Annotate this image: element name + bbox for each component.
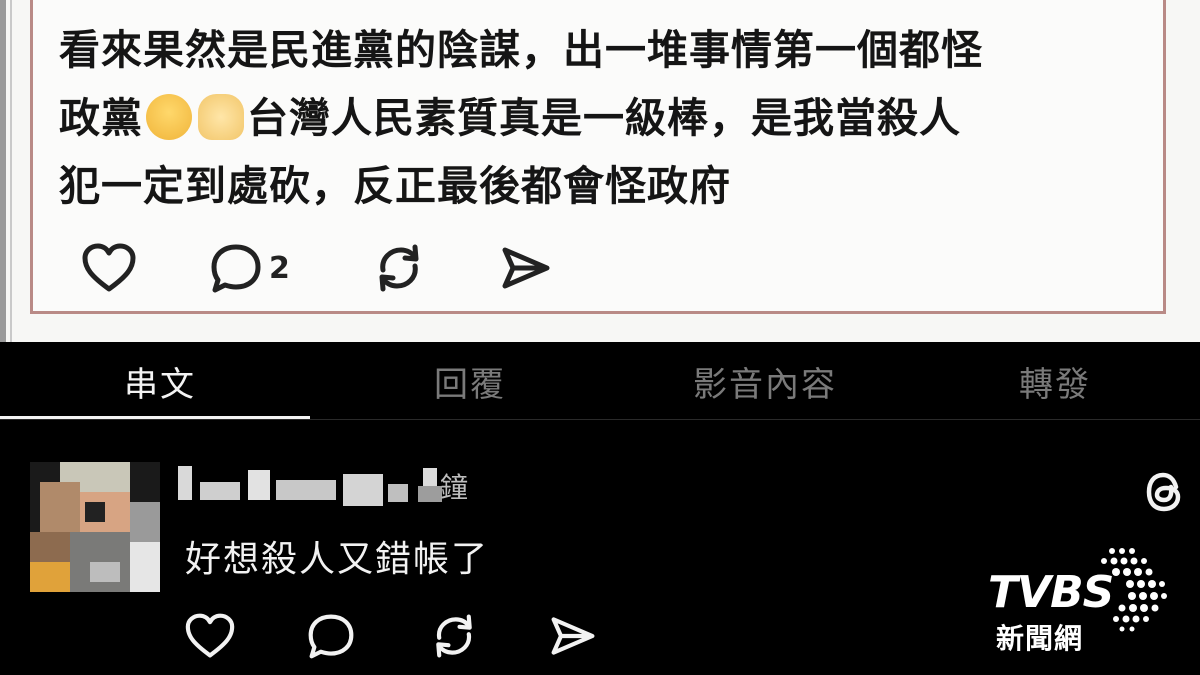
post-body: 看來果然是民進黨的陰謀，出一堆事情第一個都怪 政黨 台灣人民素質真是一級棒，是我當… xyxy=(59,16,1159,220)
post-line: 政黨 台灣人民素質真是一級棒，是我當殺人 xyxy=(59,94,961,142)
share-button[interactable] xyxy=(548,612,598,660)
like-button[interactable] xyxy=(81,242,137,294)
logo-wordmark: TVBS xyxy=(988,567,1114,618)
crying-face-icon xyxy=(146,94,192,140)
repost-icon xyxy=(436,614,472,658)
scan-edge-line xyxy=(10,0,12,342)
tab-media[interactable]: 影音內容 xyxy=(640,342,890,420)
repost-button[interactable] xyxy=(428,612,480,660)
heart-icon xyxy=(185,613,235,658)
post-action-bar: 2 xyxy=(81,242,581,302)
send-icon xyxy=(502,247,550,289)
profile-tabs: 串文 回覆 影音內容 轉發 xyxy=(0,342,1200,420)
comment-button[interactable] xyxy=(306,612,356,660)
comment-count: 2 xyxy=(269,250,290,286)
tvbs-logo: TVBS 新聞網 xyxy=(988,545,1173,655)
logo-subtitle: 新聞網 xyxy=(996,622,1084,655)
scan-edge xyxy=(0,0,6,342)
post-line: 看來果然是民進黨的陰謀，出一堆事情第一個都怪 xyxy=(59,26,983,74)
like-button[interactable] xyxy=(184,612,236,660)
comment-icon xyxy=(211,244,261,293)
share-button[interactable] xyxy=(499,242,553,294)
send-icon xyxy=(551,617,595,655)
username-tail: 鐘 xyxy=(440,471,469,504)
tab-replies[interactable]: 回覆 xyxy=(340,342,600,420)
reply-action-bar xyxy=(180,612,620,668)
tab-reposts[interactable]: 轉發 xyxy=(930,342,1180,420)
post-card: 看來果然是民進黨的陰謀，出一堆事情第一個都怪 政黨 台灣人民素質真是一級棒，是我當… xyxy=(30,0,1166,314)
raised-hands-icon xyxy=(198,94,244,140)
avatar[interactable] xyxy=(30,462,160,592)
heart-icon xyxy=(82,243,136,292)
tab-divider xyxy=(0,419,1200,420)
repost-button[interactable] xyxy=(371,242,427,294)
reply-text: 好想殺人又錯帳了 xyxy=(185,539,490,580)
threads-logo-icon[interactable] xyxy=(1140,467,1190,517)
repost-icon xyxy=(379,244,419,292)
comment-icon xyxy=(308,614,354,659)
screenshot-post-section: 看來果然是民進黨的陰謀，出一堆事情第一個都怪 政黨 台灣人民素質真是一級棒，是我當… xyxy=(0,0,1200,342)
tab-threads[interactable]: 串文 xyxy=(30,342,290,420)
comment-button[interactable]: 2 xyxy=(209,242,290,294)
post-line: 犯一定到處砍，反正最後都會怪政府 xyxy=(59,162,731,210)
